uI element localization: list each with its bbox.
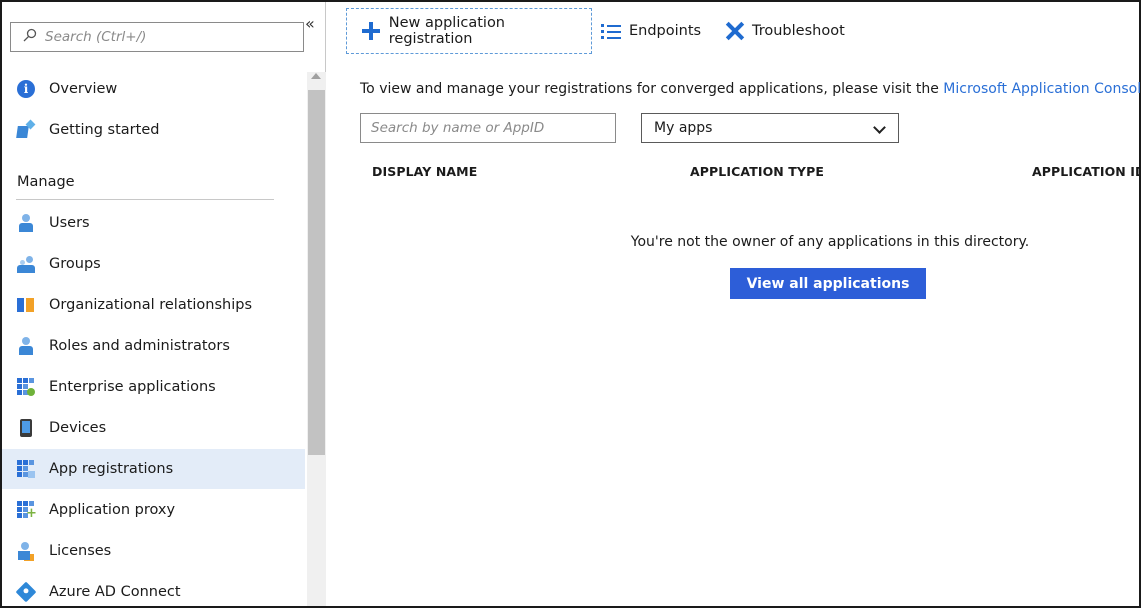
column-header-display-name[interactable]: DISPLAY NAME	[372, 164, 477, 179]
column-header-application-type[interactable]: APPLICATION TYPE	[690, 164, 824, 179]
app-filter-dropdown[interactable]: My apps	[641, 113, 899, 143]
troubleshoot-label: Troubleshoot	[752, 23, 845, 39]
sidebar-item-devices[interactable]: Devices	[2, 408, 305, 448]
list-icon	[601, 21, 621, 41]
app-registrations-icon	[17, 460, 35, 478]
sidebar-item-app-registrations[interactable]: App registrations	[2, 449, 305, 489]
sidebar-item-roles-and-administrators[interactable]: Roles and administrators	[2, 326, 305, 366]
chevron-down-icon	[873, 121, 886, 134]
sidebar-item-getting-started[interactable]: Getting started	[2, 110, 305, 150]
scrollbar-thumb[interactable]	[308, 90, 325, 455]
sidebar-item-label: App registrations	[49, 461, 174, 477]
sidebar-item-label: Organizational relationships	[49, 297, 253, 313]
dropdown-selected-value: My apps	[654, 120, 713, 136]
new-application-registration-button[interactable]: New application registration	[346, 8, 592, 54]
license-icon	[17, 542, 35, 560]
sidebar-item-label: Application proxy	[49, 502, 176, 518]
section-title-manage: Manage	[17, 174, 75, 190]
device-icon	[17, 419, 35, 437]
microsoft-application-console-link[interactable]: Microsoft Application Console	[943, 81, 1141, 97]
endpoints-label: Endpoints	[629, 23, 702, 39]
sidebar-item-label: Getting started	[49, 122, 160, 138]
notice-text: To view and manage your registrations fo…	[360, 81, 944, 97]
scroll-up-arrow-icon[interactable]	[311, 73, 321, 79]
sidebar-item-label: Azure AD Connect	[49, 584, 181, 600]
sidebar: « i Overview Getting started Manage User…	[2, 2, 326, 606]
sidebar-scrollbar[interactable]	[307, 72, 326, 606]
sidebar-item-enterprise-applications[interactable]: Enterprise applications	[2, 367, 305, 407]
sidebar-item-label: Roles and administrators	[49, 338, 230, 354]
sidebar-item-label: Enterprise applications	[49, 379, 216, 395]
endpoints-button[interactable]: Endpoints	[601, 8, 701, 54]
app-proxy-icon	[17, 501, 37, 520]
enterprise-apps-icon	[17, 378, 35, 396]
info-icon: i	[17, 80, 35, 98]
section-divider	[16, 199, 274, 200]
column-header-application-id[interactable]: APPLICATION ID	[1032, 164, 1141, 179]
rocket-icon	[17, 121, 35, 139]
plus-icon	[361, 21, 381, 41]
troubleshoot-button[interactable]: Troubleshoot	[724, 8, 845, 54]
view-all-applications-button[interactable]: View all applications	[730, 268, 926, 299]
converged-apps-notice: To view and manage your registrations fo…	[360, 81, 1141, 97]
tools-icon	[724, 21, 744, 41]
search-icon	[23, 28, 37, 46]
sidebar-item-label: Devices	[49, 420, 107, 436]
empty-state-message: You're not the owner of any applications…	[630, 234, 1030, 250]
search-apps-input[interactable]	[360, 113, 616, 143]
sidebar-item-organizational-relationships[interactable]: Organizational relationships	[2, 285, 305, 325]
user-icon	[17, 214, 35, 232]
sidebar-item-licenses[interactable]: Licenses	[2, 531, 305, 571]
sidebar-item-groups[interactable]: Groups	[2, 244, 305, 284]
sidebar-item-label: Users	[49, 215, 90, 231]
sidebar-item-azure-ad-connect[interactable]: Azure AD Connect	[2, 572, 305, 612]
command-bar: New application registration Endpoints T…	[326, 2, 1139, 60]
sidebar-search[interactable]	[10, 22, 304, 52]
new-application-registration-label: New application registration	[388, 15, 506, 47]
sidebar-item-label: Groups	[49, 256, 101, 272]
sidebar-item-label: Licenses	[49, 543, 112, 559]
azure-ad-connect-icon	[15, 581, 37, 603]
sidebar-item-label: Overview	[49, 81, 118, 97]
search-input[interactable]	[45, 29, 285, 45]
collapse-sidebar-icon[interactable]: «	[305, 14, 315, 33]
org-relationships-icon	[17, 296, 35, 314]
group-icon	[17, 255, 35, 273]
sidebar-item-overview[interactable]: i Overview	[2, 69, 305, 109]
roles-icon	[17, 337, 35, 355]
sidebar-item-application-proxy[interactable]: Application proxy	[2, 490, 305, 530]
sidebar-item-users[interactable]: Users	[2, 203, 305, 243]
